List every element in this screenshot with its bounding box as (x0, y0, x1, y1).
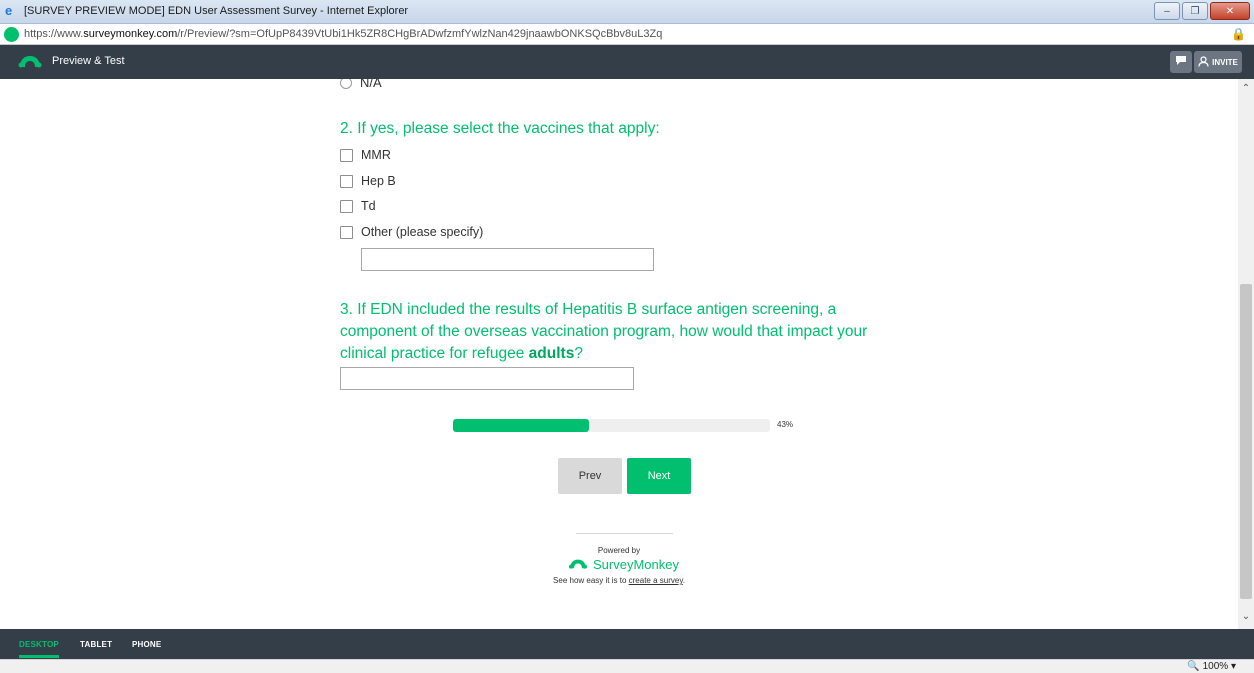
tab-desktop[interactable]: DESKTOP (19, 640, 59, 649)
address-bar[interactable]: https://www.surveymonkey.com/r/Preview/?… (0, 24, 1254, 45)
option-other[interactable]: Other (please specify) (340, 225, 483, 239)
window-title: [SURVEY PREVIEW MODE] EDN User Assessmen… (24, 5, 409, 17)
active-tab-indicator (19, 655, 59, 658)
window-controls: – ❐ ✕ (1154, 2, 1250, 20)
option-label: Other (please specify) (361, 225, 484, 239)
option-mmr[interactable]: MMR (340, 148, 391, 162)
question-3-title: 3. If EDN included the results of Hepati… (340, 301, 868, 362)
comment-button[interactable] (1170, 51, 1192, 73)
zoom-control[interactable]: 🔍 100% ▾ (1187, 661, 1236, 672)
option-label: Td (361, 199, 376, 213)
option-label: MMR (361, 148, 391, 162)
surveymonkey-brand[interactable]: SurveyMonkey (568, 557, 679, 572)
radio-option[interactable]: N/A (340, 79, 382, 90)
checkbox[interactable] (340, 174, 353, 188)
powered-by-text: Powered by (597, 546, 641, 555)
tab-phone[interactable]: PHONE (132, 640, 161, 649)
preview-topbar: Preview & Test INVITE (0, 45, 1254, 79)
user-icon (1198, 55, 1209, 69)
option-hep-b[interactable]: Hep B (340, 174, 396, 188)
radio-option-label: N/A (360, 79, 382, 90)
surveymonkey-favicon-icon (4, 27, 19, 42)
vertical-scrollbar[interactable]: ⌃ ⌄ (1238, 79, 1254, 629)
lock-icon[interactable]: 🔒 (1231, 27, 1246, 41)
scroll-up-icon[interactable]: ⌃ (1238, 83, 1254, 97)
question-2-title: 2. If yes, please select the vaccines th… (340, 120, 660, 137)
tab-tablet[interactable]: TABLET (80, 640, 112, 649)
progress-bar-fill (453, 419, 590, 432)
question-3-answer-input[interactable] (340, 367, 634, 390)
url-text[interactable]: https://www.surveymonkey.com/r/Preview/?… (24, 28, 662, 40)
minimize-button[interactable]: – (1154, 2, 1180, 20)
zoom-icon: 🔍 (1187, 661, 1200, 672)
radio-button[interactable] (340, 79, 352, 89)
checkbox[interactable] (340, 225, 353, 239)
checkbox[interactable] (340, 199, 353, 213)
footer-divider (576, 533, 673, 534)
option-td[interactable]: Td (340, 199, 376, 213)
preview-test-label: Preview & Test (52, 55, 125, 67)
option-label: Hep B (361, 174, 396, 188)
survey-page: N/A 2. If yes, please select the vaccine… (0, 79, 1238, 629)
restore-button[interactable]: ❐ (1182, 2, 1208, 20)
tagline: See how easy it is to create a survey. (553, 576, 685, 585)
prev-button[interactable]: Prev (558, 458, 622, 494)
progress-percent: 43% (777, 420, 794, 429)
invite-button[interactable]: INVITE (1194, 51, 1242, 73)
internet-explorer-icon: e (5, 3, 13, 18)
create-survey-link[interactable]: create a survey (629, 576, 683, 585)
chat-bubble-icon (1175, 53, 1187, 71)
device-bar: DESKTOP TABLET PHONE (0, 629, 1254, 659)
invite-label: INVITE (1212, 57, 1238, 67)
progress-bar (453, 419, 770, 432)
next-button[interactable]: Next (627, 458, 691, 494)
brand-name: SurveyMonkey (593, 557, 679, 572)
surveymonkey-logo-icon (18, 54, 42, 73)
window-titlebar: e [SURVEY PREVIEW MODE] EDN User Assessm… (0, 0, 1254, 24)
scroll-down-icon[interactable]: ⌄ (1238, 611, 1254, 625)
checkbox[interactable] (340, 148, 353, 162)
surveymonkey-logo-icon (568, 557, 588, 572)
close-button[interactable]: ✕ (1210, 2, 1250, 20)
scrollbar-thumb[interactable] (1240, 284, 1252, 599)
other-specify-input[interactable] (361, 248, 654, 271)
status-bar: 🔍 100% ▾ (0, 659, 1254, 673)
